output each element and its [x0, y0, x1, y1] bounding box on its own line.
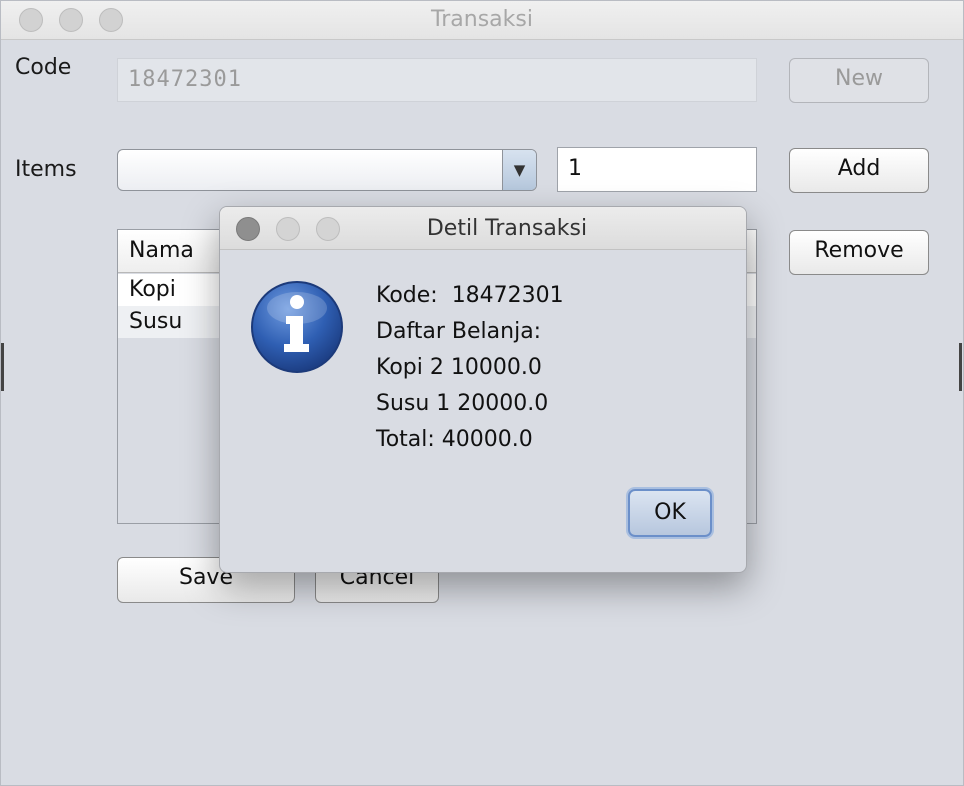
- ok-button[interactable]: OK: [628, 489, 712, 537]
- new-button[interactable]: New: [789, 58, 929, 103]
- items-label: Items: [15, 157, 77, 182]
- window-resize-edge-right[interactable]: [959, 343, 962, 391]
- chevron-down-icon[interactable]: ▼: [502, 150, 536, 190]
- window-resize-edge-left[interactable]: [1, 343, 4, 391]
- message-line-daftar: Daftar Belanja:: [376, 319, 542, 344]
- info-icon: [251, 281, 343, 373]
- message-line-kode: Kode: 18472301: [376, 283, 564, 308]
- detil-transaksi-dialog: Detil Transaksi Kode: 18472301 Daftar Be…: [219, 206, 747, 573]
- table-cell-nama: Kopi: [129, 277, 176, 302]
- message-line-item: Kopi 2 10000.0: [376, 355, 542, 380]
- window-title: Transaksi: [431, 7, 533, 32]
- message-line-item: Susu 1 20000.0: [376, 391, 549, 416]
- message-line-total: Total: 40000.0: [376, 427, 533, 452]
- remove-button[interactable]: Remove: [789, 230, 929, 275]
- table-cell-nama: Susu: [129, 309, 183, 334]
- code-field[interactable]: 18472301: [117, 58, 757, 102]
- dialog-title: Detil Transaksi: [426, 216, 588, 241]
- add-button[interactable]: Add: [789, 148, 929, 193]
- window-titlebar: Transaksi: [1, 1, 963, 40]
- quantity-field[interactable]: 1: [557, 147, 757, 192]
- dialog-titlebar: Detil Transaksi: [220, 207, 746, 250]
- code-label: Code: [15, 55, 72, 80]
- items-combobox[interactable]: ▼: [117, 149, 537, 191]
- column-header-nama[interactable]: Nama: [129, 238, 194, 263]
